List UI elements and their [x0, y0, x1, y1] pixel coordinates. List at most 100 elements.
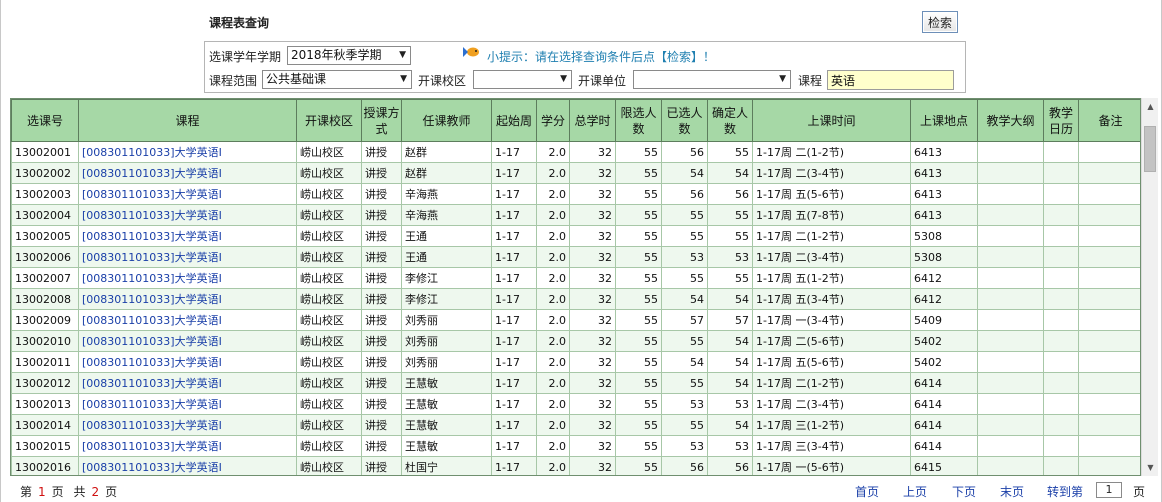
cell-remarks — [1078, 267, 1140, 289]
total-prefix: 共 — [73, 485, 86, 499]
unit-select[interactable]: ▼ — [633, 70, 791, 89]
header-syllabus: 教学大纲 — [977, 99, 1044, 142]
cell-syllabus — [977, 141, 1044, 163]
cell-calendar — [1043, 225, 1079, 247]
term-select[interactable]: 2018年秋季学期 ▼ — [287, 46, 411, 65]
course-link[interactable]: [008301101033]大学英语Ⅰ — [82, 146, 222, 159]
vertical-scrollbar[interactable]: ▲ ▼ — [1141, 98, 1158, 476]
course-link[interactable]: [008301101033]大学英语Ⅰ — [82, 377, 222, 390]
cell-teacher: 辛海燕 — [401, 183, 492, 205]
header-limit: 限选人数 — [615, 99, 662, 142]
cell-remarks — [1078, 141, 1140, 163]
cell-selected: 55 — [661, 330, 708, 352]
table-row: 13002005 [008301101033]大学英语Ⅰ 崂山校区 讲授 王通 1-17 2… — [11, 225, 1140, 247]
table-row: 13002007 [008301101033]大学英语Ⅰ 崂山校区 讲授 李修江 1-17… — [11, 267, 1140, 289]
page-info: 第1页 共2页 — [20, 483, 117, 500]
cell-teacher: 李修江 — [401, 288, 492, 310]
cell-limit: 55 — [615, 414, 662, 436]
cell-hours: 32 — [569, 183, 616, 205]
course-link[interactable]: [008301101033]大学英语Ⅰ — [82, 461, 222, 474]
cell-location: 6414 — [910, 414, 978, 436]
scope-select[interactable]: 公共基础课 ▼ — [262, 70, 412, 89]
course-link[interactable]: [008301101033]大学英语Ⅰ — [82, 335, 222, 348]
cell-confirmed: 57 — [707, 309, 753, 331]
table-header-row: 选课号 课程 开课校区 授课方式 任课教师 起始周 学分 总学时 限选人数 已选人数 确定人数 上课时… — [11, 99, 1140, 142]
course-link[interactable]: [008301101033]大学英语Ⅰ — [82, 398, 222, 411]
course-link[interactable]: [008301101033]大学英语Ⅰ — [82, 188, 222, 201]
scroll-thumb[interactable] — [1144, 126, 1156, 172]
course-input[interactable] — [827, 70, 954, 90]
course-link[interactable]: [008301101033]大学英语Ⅰ — [82, 440, 222, 453]
cell-limit: 55 — [615, 351, 662, 373]
course-link[interactable]: [008301101033]大学英语Ⅰ — [82, 272, 222, 285]
cell-location: 6415 — [910, 456, 978, 475]
cell-remarks — [1078, 162, 1140, 184]
page-title: 课程表查询 — [209, 16, 270, 30]
cell-course: [008301101033]大学英语Ⅰ — [78, 414, 297, 436]
course-link[interactable]: [008301101033]大学英语Ⅰ — [82, 356, 222, 369]
cell-calendar — [1043, 414, 1079, 436]
course-link[interactable]: [008301101033]大学英语Ⅰ — [82, 230, 222, 243]
cell-limit: 55 — [615, 309, 662, 331]
course-link[interactable]: [008301101033]大学英语Ⅰ — [82, 419, 222, 432]
cell-selected: 56 — [661, 183, 708, 205]
next-page-link[interactable]: 下页 — [952, 483, 976, 500]
campus-select[interactable]: ▼ — [473, 70, 572, 89]
cell-campus: 崂山校区 — [296, 162, 362, 184]
cell-credit: 2.0 — [536, 267, 570, 289]
prev-page-link[interactable]: 上页 — [903, 483, 927, 500]
header-teacher: 任课教师 — [401, 99, 492, 142]
cell-credit: 2.0 — [536, 141, 570, 163]
table-row: 13002015 [008301101033]大学英语Ⅰ 崂山校区 讲授 王慧敏 1-17… — [11, 435, 1140, 457]
cell-teaching-mode: 讲授 — [361, 435, 402, 457]
course-table: 选课号 课程 开课校区 授课方式 任课教师 起始周 学分 总学时 限选人数 已选人数 确定人数 上课时… — [11, 99, 1140, 475]
table-row: 13002010 [008301101033]大学英语Ⅰ 崂山校区 讲授 刘秀丽 1-17… — [11, 330, 1140, 352]
cell-confirmed: 55 — [707, 267, 753, 289]
cell-class-time: 1-17周 五(7-8节) — [752, 204, 911, 226]
cell-calendar — [1043, 330, 1079, 352]
cell-confirmed: 54 — [707, 162, 753, 184]
cell-campus: 崂山校区 — [296, 183, 362, 205]
course-label: 课程 — [798, 74, 823, 88]
scope-label: 课程范围 — [209, 74, 258, 88]
goto-page-input[interactable]: 1 — [1096, 482, 1122, 498]
scroll-down-arrow-icon[interactable]: ▼ — [1142, 459, 1159, 476]
cell-hours: 32 — [569, 372, 616, 394]
first-page-link[interactable]: 首页 — [855, 483, 879, 500]
cell-course: [008301101033]大学英语Ⅰ — [78, 456, 297, 475]
cell-location: 6413 — [910, 183, 978, 205]
cell-teacher: 王慧敏 — [401, 414, 492, 436]
table-row: 13002001 [008301101033]大学英语Ⅰ 崂山校区 讲授 赵群 1-17 2… — [11, 141, 1140, 163]
course-link[interactable]: [008301101033]大学英语Ⅰ — [82, 314, 222, 327]
course-link[interactable]: [008301101033]大学英语Ⅰ — [82, 209, 222, 222]
cell-weeks: 1-17 — [491, 393, 537, 415]
scroll-up-arrow-icon[interactable]: ▲ — [1142, 98, 1159, 115]
cell-hours: 32 — [569, 246, 616, 268]
cell-calendar — [1043, 267, 1079, 289]
cell-campus: 崂山校区 — [296, 225, 362, 247]
cell-selected: 54 — [661, 288, 708, 310]
cell-selected: 53 — [661, 246, 708, 268]
search-button[interactable]: 检索 — [922, 11, 958, 33]
cell-syllabus — [977, 288, 1044, 310]
header-remarks: 备注 — [1078, 99, 1140, 142]
header-confirmed: 确定人数 — [707, 99, 753, 142]
cell-selected: 54 — [661, 351, 708, 373]
table-row: 13002014 [008301101033]大学英语Ⅰ 崂山校区 讲授 王慧敏 1-17… — [11, 414, 1140, 436]
cell-class-time: 1-17周 二(3-4节) — [752, 246, 911, 268]
cell-class-time: 1-17周 一(5-6节) — [752, 456, 911, 475]
course-link[interactable]: [008301101033]大学英语Ⅰ — [82, 293, 222, 306]
cell-teaching-mode: 讲授 — [361, 456, 402, 475]
cell-weeks: 1-17 — [491, 435, 537, 457]
cell-teaching-mode: 讲授 — [361, 204, 402, 226]
course-link[interactable]: [008301101033]大学英语Ⅰ — [82, 167, 222, 180]
cell-campus: 崂山校区 — [296, 435, 362, 457]
cell-hours: 32 — [569, 351, 616, 373]
cell-credit: 2.0 — [536, 288, 570, 310]
last-page-link[interactable]: 末页 — [1000, 483, 1024, 500]
course-link[interactable]: [008301101033]大学英语Ⅰ — [82, 251, 222, 264]
cell-teaching-mode: 讲授 — [361, 372, 402, 394]
cell-class-time: 1-17周 三(1-2节) — [752, 414, 911, 436]
cell-teaching-mode: 讲授 — [361, 162, 402, 184]
tip-text: 小提示：请在选择查询条件后点【检索】！ — [487, 50, 716, 64]
